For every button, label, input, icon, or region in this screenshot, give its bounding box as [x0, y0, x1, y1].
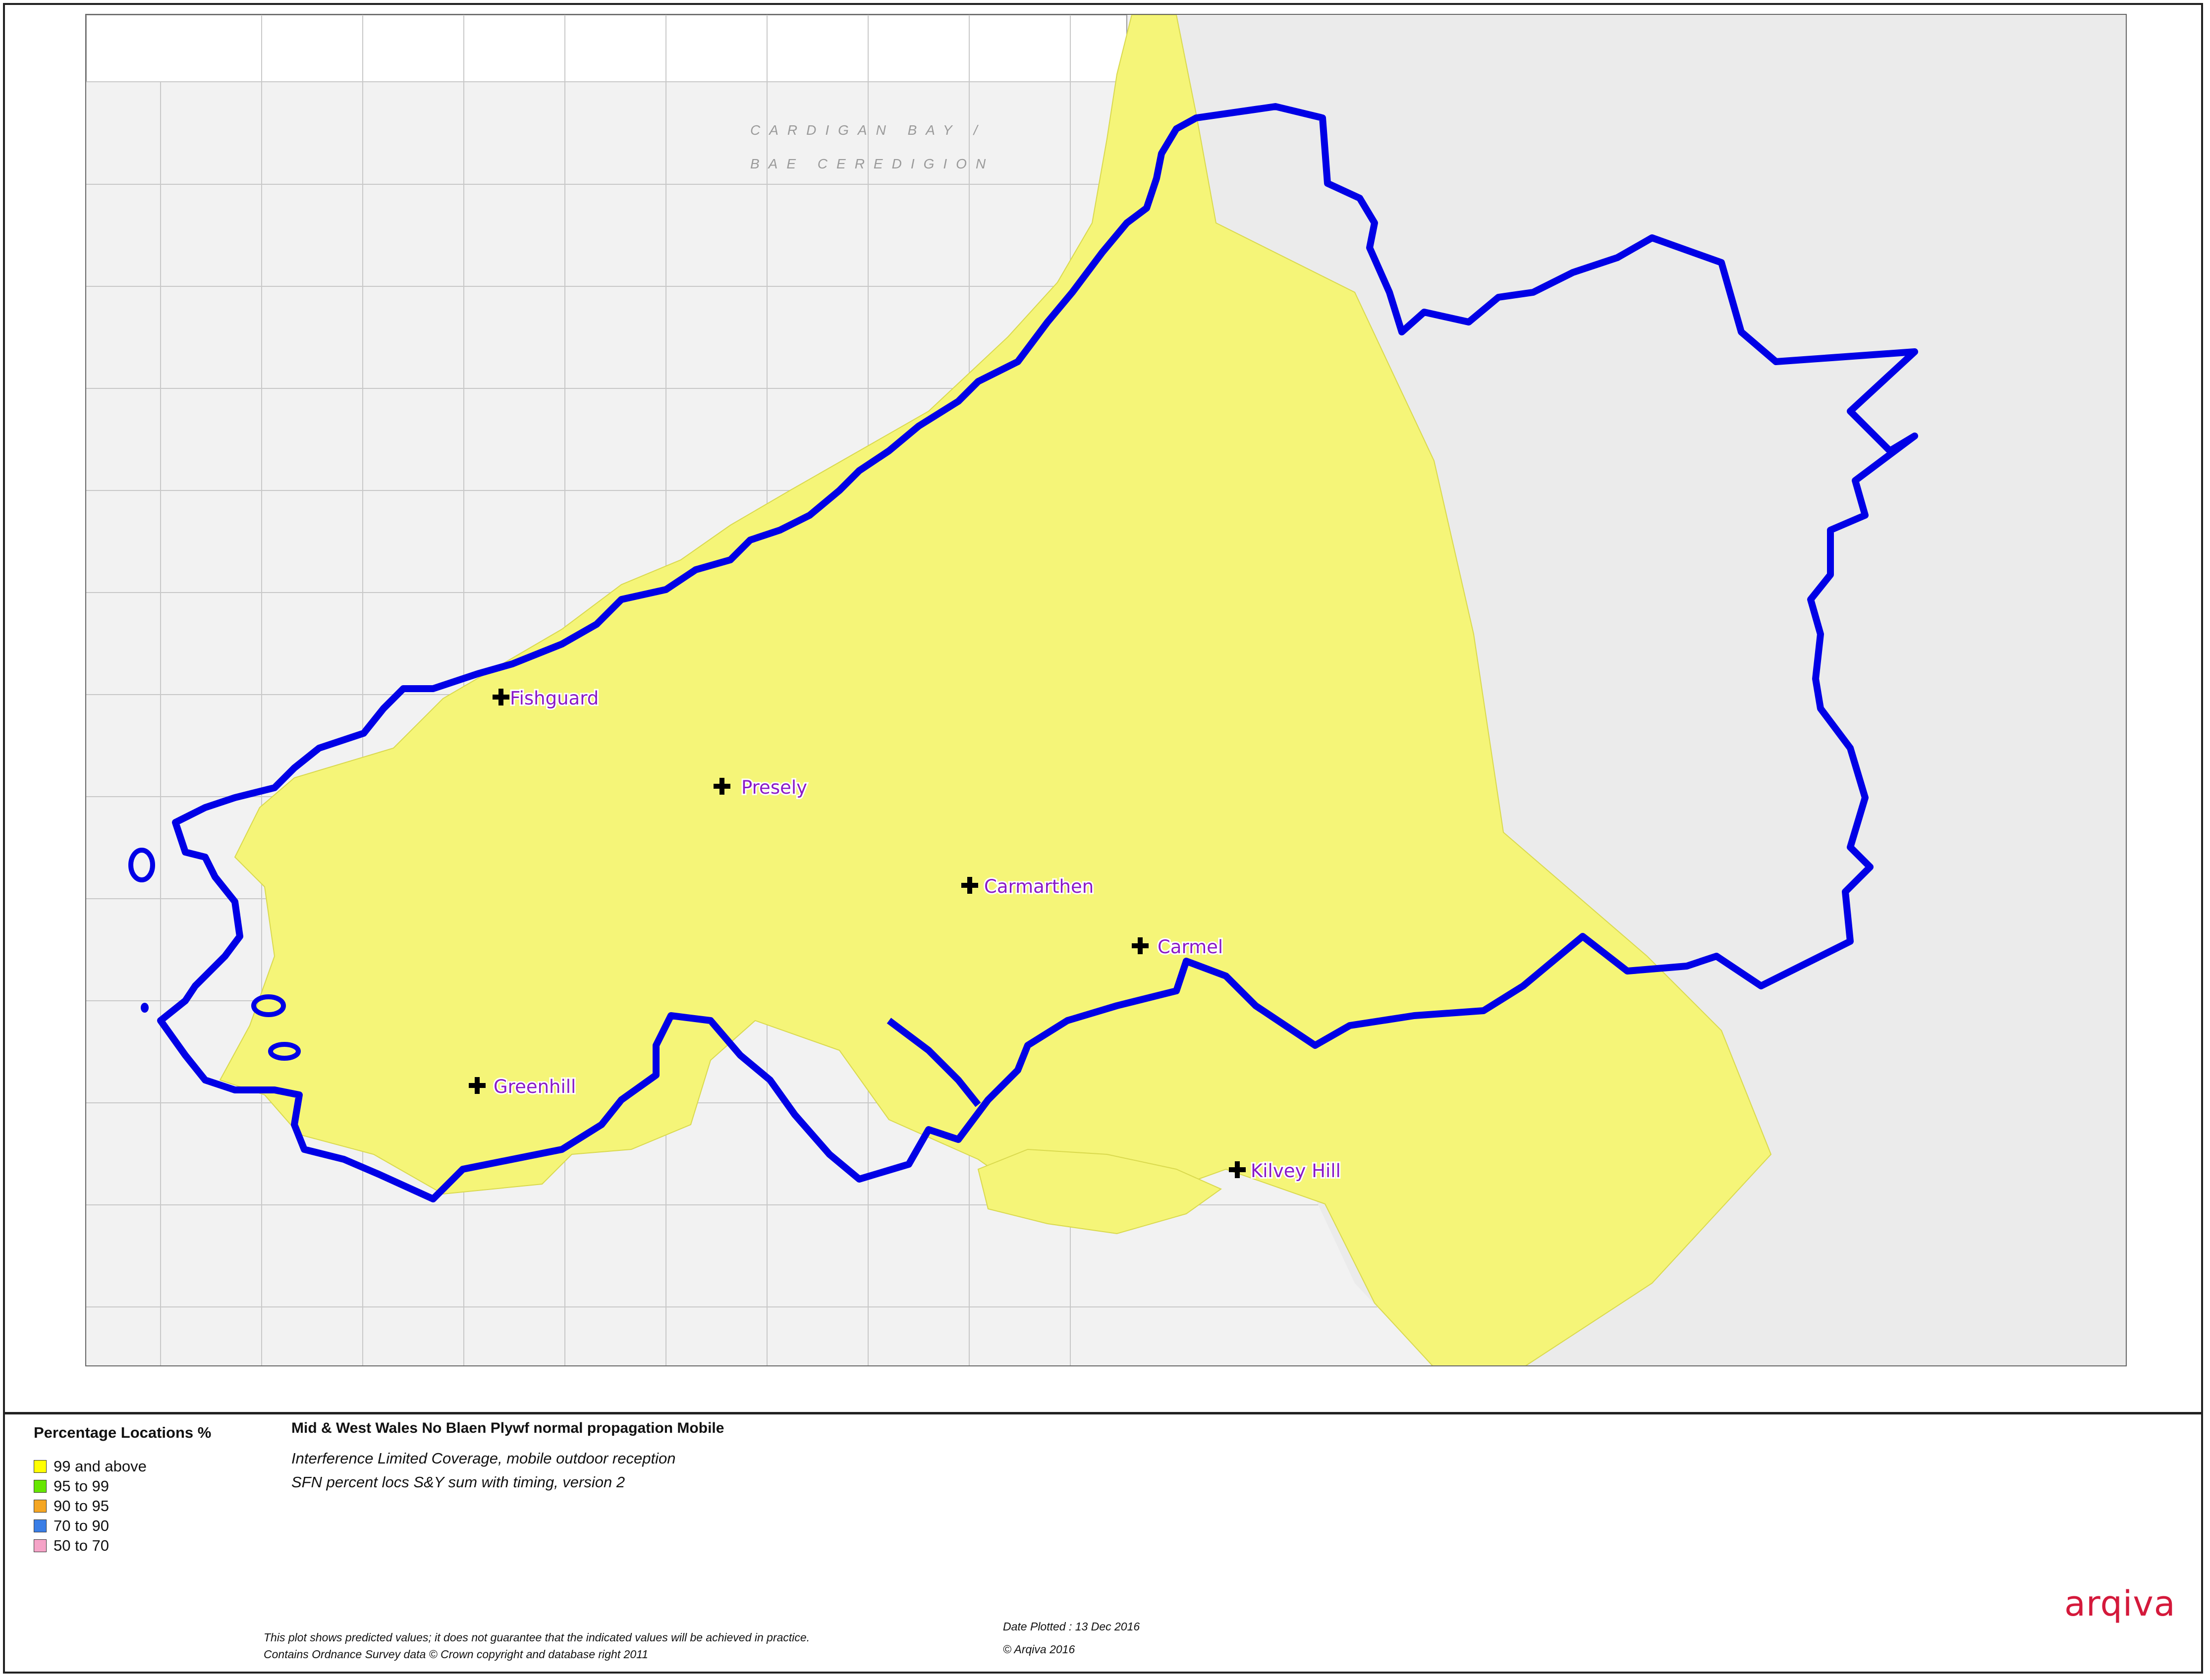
legend-swatch [34, 1500, 47, 1513]
plot-title: Mid & West Wales No Blaen Plywf normal p… [291, 1420, 724, 1436]
legend-item: 99 and above [34, 1458, 147, 1475]
arqiva-logo: arqiva [2064, 1583, 2176, 1624]
coverage-map[interactable]: CARDIGAN BAY / BAE CEREDIGION Fishguard … [85, 14, 2127, 1366]
legend-item: 50 to 70 [34, 1537, 109, 1555]
legend-swatch [34, 1460, 47, 1473]
island-grassholm [141, 1003, 149, 1013]
map-header-box [86, 15, 1127, 82]
legend-swatch [34, 1480, 47, 1493]
transmitter-label: Kilvey Hill [1251, 1160, 1341, 1182]
transmitter-label: Carmel [1158, 936, 1223, 958]
legend-item: 70 to 90 [34, 1517, 109, 1535]
transmitter-label: Greenhill [494, 1076, 576, 1097]
legend-label: 70 to 90 [54, 1517, 110, 1534]
legend-label: 50 to 70 [54, 1537, 110, 1554]
sea-label-cardigan: CARDIGAN BAY / [750, 122, 987, 138]
legend-label: 90 to 95 [54, 1497, 110, 1515]
transmitter-label: Carmarthen [984, 876, 1094, 897]
transmitter-label: Fishguard [510, 688, 599, 709]
legend-swatch [34, 1539, 47, 1552]
legend-item: 90 to 95 [34, 1497, 109, 1515]
os-copyright-text: Contains Ordnance Survey data © Crown co… [264, 1648, 648, 1661]
date-plotted: Date Plotted : 13 Dec 2016 [1003, 1620, 1140, 1633]
footer-divider [3, 1412, 2203, 1414]
plot-subtitle-sfn: SFN percent locs S&Y sum with timing, ve… [291, 1473, 625, 1491]
legend-label: 95 to 99 [54, 1477, 110, 1495]
arqiva-copyright: © Arqiva 2016 [1003, 1643, 1075, 1656]
plot-subtitle-coverage: Interference Limited Coverage, mobile ou… [291, 1450, 676, 1467]
legend-swatch [34, 1519, 47, 1532]
map-canvas: CARDIGAN BAY / BAE CEREDIGION Fishguard … [86, 15, 2126, 1365]
sea-label-ceredigion: BAE CEREDIGION [750, 156, 994, 171]
legend-item: 95 to 99 [34, 1477, 109, 1495]
legend-label: 99 and above [54, 1458, 147, 1475]
legend-title: Percentage Locations % [34, 1424, 212, 1441]
transmitter-label: Presely [741, 777, 807, 798]
disclaimer-text: This plot shows predicted values; it doe… [264, 1631, 810, 1644]
